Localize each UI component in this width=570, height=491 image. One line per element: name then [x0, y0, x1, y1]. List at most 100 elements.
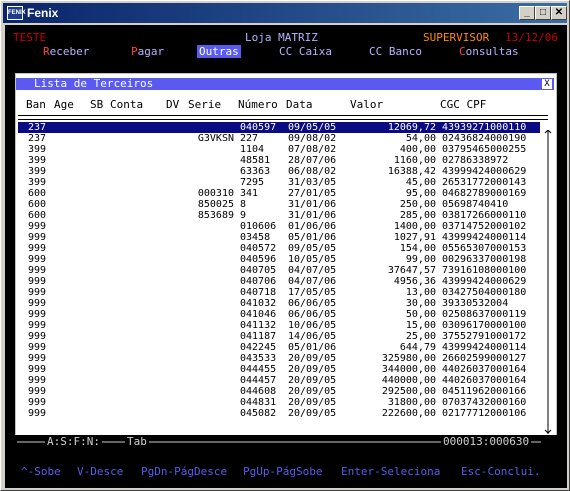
cell-valor: 154,00 — [399, 243, 436, 254]
cell-banco: 237 — [28, 122, 47, 133]
cell-banco: 999 — [28, 243, 47, 254]
table-row[interactable]: 999 044455 20/09/05 344000,00 44026037000164 — [18, 364, 540, 375]
cell-numero: 044608 — [240, 386, 277, 397]
cell-cgc-cpf: 07037432000160 — [442, 397, 527, 408]
terminal-screen: TESTE Loja MATRIZ SUPERVISOR 13/12/06 Re… — [5, 25, 567, 488]
table-row[interactable]: 999 040596 10/05/05 99,00 00296337000198 — [18, 254, 540, 265]
cell-valor: 222600,00 — [381, 408, 436, 419]
cell-numero: 041187 — [240, 331, 277, 342]
table-row-selected[interactable]: 237 040597 09/05/05 12069,72 43939271000110 — [18, 122, 540, 133]
header-valor: Valor — [350, 98, 384, 111]
table-row[interactable]: 999 040706 04/07/06 4956,36 43999424000629 — [18, 276, 540, 287]
title-bar[interactable]: FENIX Fenix _ □ ✕ — [3, 3, 567, 23]
cell-banco: 399 — [28, 177, 47, 188]
menu-consultas[interactable]: Consultas — [459, 45, 519, 58]
cell-numero: 040705 — [240, 265, 277, 276]
cell-banco: 999 — [28, 386, 47, 397]
menu-outras[interactable]: Outras — [197, 45, 241, 58]
table-row[interactable]: 600 853689 9 31/01/06 285,00 03817266000110 — [18, 210, 540, 221]
status-counter: 000013:000630 — [441, 435, 532, 448]
cell-data: 10/05/05 — [288, 254, 337, 265]
menu-cc-banco[interactable]: CC Banco — [369, 45, 422, 58]
table-row[interactable]: 999 040718 17/05/05 13,00 03427504000180 — [18, 287, 540, 298]
status-tab: Tab — [125, 435, 149, 448]
table-row[interactable]: 999 043533 20/09/05 325980,00 26602599000127 — [18, 353, 540, 364]
cell-numero: 040597 — [240, 122, 277, 133]
table-row[interactable]: 999 042245 05/01/06 644,79 43999424000114 — [18, 342, 540, 353]
table-row[interactable]: 999 044608 20/09/05 292500,00 04511962000166 — [18, 386, 540, 397]
footer-pagdesce[interactable]: PgDn-PágDesce — [141, 465, 227, 478]
cell-cgc-cpf: 43999424000114 — [442, 232, 527, 243]
menu-pagar[interactable]: Pagar — [131, 45, 164, 58]
menu-receber[interactable]: Receber — [43, 45, 89, 58]
table-row[interactable]: 999 041187 14/06/05 25,00 37552791000172 — [18, 331, 540, 342]
table-row[interactable]: 600 000310 341 27/01/05 95,00 04682789000169 — [18, 188, 540, 199]
table-row[interactable]: 999 040572 09/05/05 154,00 05565307000153 — [18, 243, 540, 254]
cell-cgc-cpf: 02786338972 — [442, 155, 509, 166]
cell-cgc-cpf: 43999424000114 — [442, 342, 527, 353]
header-sb: SB — [90, 98, 104, 111]
cell-valor: 31800,00 — [387, 397, 436, 408]
footer-desce[interactable]: V-Desce — [77, 465, 123, 478]
store-label: Loja MATRIZ — [245, 31, 318, 44]
table-row[interactable]: 999 045082 20/09/05 222600,00 02177712000106 — [18, 408, 540, 419]
cell-numero: 227 — [240, 133, 259, 144]
cell-data: 10/06/05 — [288, 320, 337, 331]
table-row[interactable]: 999 041132 10/06/05 15,00 03096170000100 — [18, 320, 540, 331]
maximize-button[interactable]: □ — [535, 6, 551, 20]
cell-valor: 13,00 — [405, 287, 436, 298]
table-row[interactable]: 600 850025 8 31/01/06 250,00 05698740410 — [18, 199, 540, 210]
footer-sobe[interactable]: ^-Sobe — [21, 465, 61, 478]
terceiros-list-panel: Lista de Terceiros X Ban Age SB Conta DV… — [15, 73, 557, 445]
cell-banco: 999 — [28, 254, 47, 265]
footer-conclui[interactable]: Esc-Conclui. — [461, 465, 540, 478]
table-row[interactable]: 999 044457 20/09/05 440000,00 44026037000164 — [18, 375, 540, 386]
cell-numero: 040572 — [240, 243, 277, 254]
cell-data: 20/09/05 — [288, 397, 337, 408]
cell-cgc-cpf: 02508637000119 — [442, 309, 527, 320]
table-row[interactable]: 399 1104 07/08/02 400,00 03795465000255 — [18, 144, 540, 155]
table-row[interactable]: 999 041046 06/06/05 50,00 02508637000119 — [18, 309, 540, 320]
cell-data: 28/07/06 — [288, 155, 337, 166]
cell-valor: 250,00 — [399, 199, 436, 210]
cell-numero: 040596 — [240, 254, 277, 265]
cell-data: 14/06/05 — [288, 331, 337, 342]
table-row[interactable]: 237 G3VKSN 227 09/08/02 54,00 02436824000190 — [18, 133, 540, 144]
cell-data: 27/01/05 — [288, 188, 337, 199]
cell-cgc-cpf: 03427504000180 — [442, 287, 527, 298]
cell-valor: 50,00 — [405, 309, 436, 320]
cell-banco: 999 — [28, 364, 47, 375]
minimize-button[interactable]: _ — [519, 6, 535, 20]
cell-data: 17/05/05 — [288, 287, 337, 298]
cell-banco: 999 — [28, 320, 47, 331]
menu-cc-caixa[interactable]: CC Caixa — [279, 45, 332, 58]
cell-banco: 999 — [28, 298, 47, 309]
table-row[interactable]: 999 010606 01/06/06 1400,00 03714752000102 — [18, 221, 540, 232]
cell-data: 09/05/05 — [288, 243, 337, 254]
footer-seleciona[interactable]: Enter-Seleciona — [341, 465, 440, 478]
cell-numero: 043533 — [240, 353, 277, 364]
cell-data: 04/07/06 — [288, 276, 337, 287]
header-data: Data — [286, 98, 313, 111]
cell-valor: 1160,00 — [393, 155, 436, 166]
cell-numero: 1104 — [240, 144, 265, 155]
table-row[interactable]: 399 63363 06/08/02 16388,42 43999424000629 — [18, 166, 540, 177]
footer-pagsobe[interactable]: PgUp-PágSobe — [243, 465, 322, 478]
table-row[interactable]: 999 044831 20/09/05 31800,00 07037432000160 — [18, 397, 540, 408]
cell-cgc-cpf: 44026037000164 — [442, 375, 527, 386]
table-row[interactable]: 999 040705 04/07/05 37647,57 73916108000100 — [18, 265, 540, 276]
cell-valor: 285,00 — [399, 210, 436, 221]
table-row[interactable]: 399 7295 31/03/05 45,00 26531772000143 — [18, 177, 540, 188]
cell-numero: 341 — [240, 188, 259, 199]
table-row[interactable]: 999 03458 05/01/06 1027,91 43999424000114 — [18, 232, 540, 243]
panel-close-icon[interactable]: X — [542, 79, 552, 89]
cell-numero: 63363 — [240, 166, 271, 177]
panel-title-bar: Lista de Terceiros X — [16, 78, 554, 90]
cell-banco: 600 — [28, 210, 47, 221]
table-row[interactable]: 999 041032 06/06/05 30,00 39330532004 — [18, 298, 540, 309]
close-button[interactable]: ✕ — [551, 6, 567, 20]
cell-banco: 999 — [28, 397, 47, 408]
table-row[interactable]: 399 48581 28/07/06 1160,00 02786338972 — [18, 155, 540, 166]
cell-banco: 999 — [28, 342, 47, 353]
vertical-scrollbar[interactable] — [544, 130, 552, 434]
